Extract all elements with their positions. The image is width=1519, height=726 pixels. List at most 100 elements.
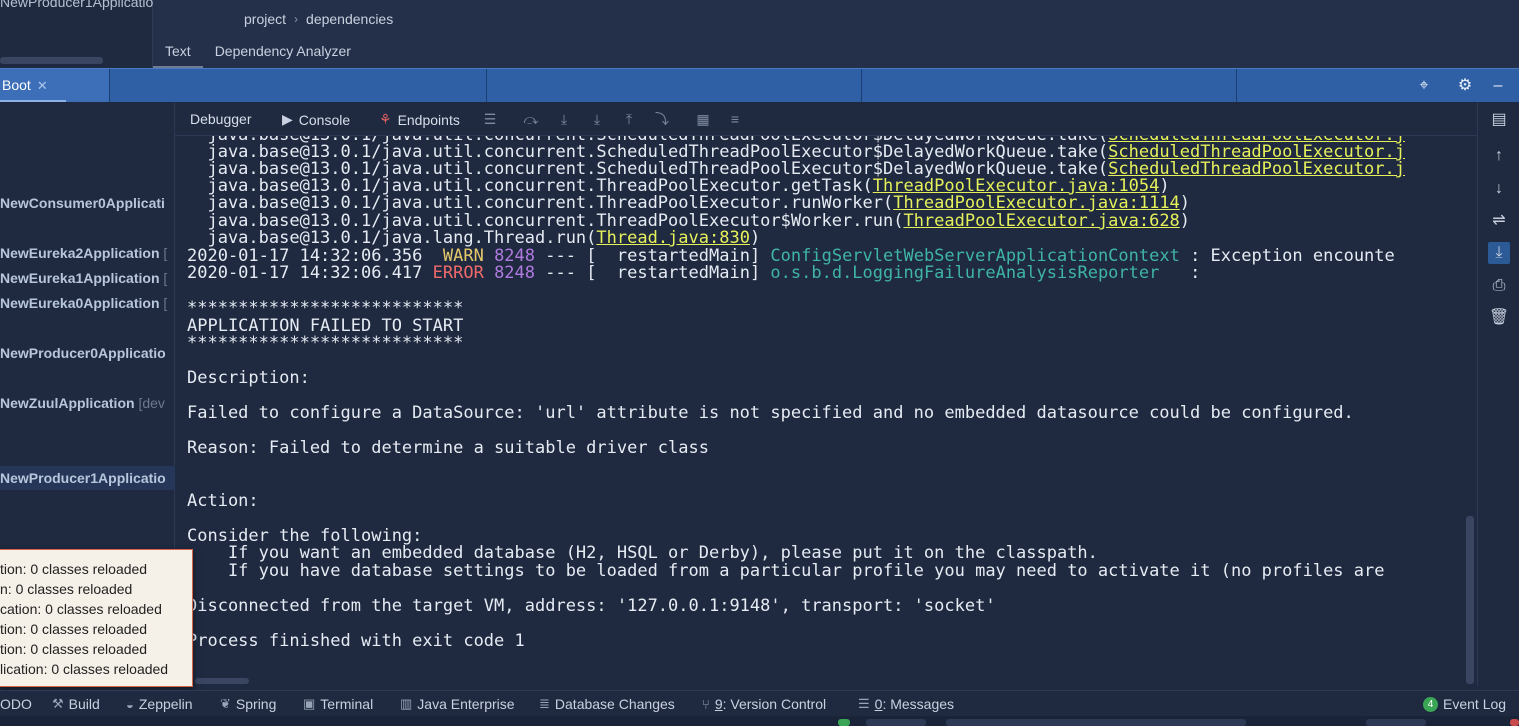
event-log-button[interactable]: 4 Event Log [1423, 696, 1506, 712]
service-item-newproducer0[interactable]: NewProducer0Applicatio [0, 345, 166, 361]
run-tab-label: Boot [2, 77, 31, 93]
step-out-icon[interactable]: ⤒ [620, 110, 638, 128]
version-control-button[interactable]: ⑂ 9: Version Control [702, 696, 826, 712]
console-vertical-scrollbar[interactable] [1466, 516, 1474, 684]
tab-dependency-analyzer[interactable]: Dependency Analyzer [203, 38, 363, 68]
header-divider [861, 69, 862, 103]
spring-button[interactable]: ❦ Spring [220, 696, 276, 712]
console-output[interactable]: java.base@13.0.1/java.util.concurrent.Sc… [175, 136, 1477, 686]
header-divider [1236, 69, 1237, 103]
console-link[interactable]: ThreadPoolExecutor.java:628 [903, 211, 1179, 231]
scroll-to-end-icon[interactable]: ⤓ [1488, 242, 1510, 264]
arrow-down-icon[interactable]: ↓ [1488, 178, 1510, 200]
build-button[interactable]: ⚒ Build [52, 696, 100, 712]
step-over-icon[interactable]: ⤼ [522, 110, 540, 128]
arrow-up-icon[interactable]: ↑ [1488, 145, 1510, 167]
menu-icon[interactable]: ☰ [481, 110, 499, 128]
run-to-cursor-icon[interactable]: ⤵ [653, 110, 671, 128]
trace-icon[interactable]: ≡ [726, 110, 744, 128]
reason-text: Reason: Failed to determine a suitable d… [187, 438, 709, 458]
debug-toolbar: Debugger ▶ Console ⚘ Endpoints ☰ ⤼ ⤓ ⤓ ⤒ ⤵… [175, 102, 1519, 136]
breadcrumb-dependencies[interactable]: dependencies [306, 11, 393, 27]
tab-endpoints[interactable]: ⚘ Endpoints [379, 111, 460, 128]
description-heading: Description: [187, 368, 310, 388]
exit-code-text: Process finished with exit code 1 [187, 631, 525, 651]
trash-icon[interactable]: 🗑 [1488, 307, 1510, 329]
java-enterprise-button[interactable]: ▥ Java Enterprise [400, 696, 515, 712]
console-link[interactable]: Thread.java:830 [596, 228, 750, 248]
stars-line: *************************** [187, 298, 464, 318]
breadcrumb-project[interactable]: project [244, 11, 286, 27]
notification-line: tion: 0 classes reloaded [0, 561, 148, 577]
branch-icon: ⑂ [702, 696, 710, 712]
service-item-newproducer1[interactable]: NewProducer1Applicatio [0, 470, 166, 486]
editor-tabs: Text Dependency Analyzer [153, 38, 363, 68]
reload-notification-popup[interactable]: tion: 0 classes reloaded n: 0 classes re… [0, 549, 193, 687]
project-label[interactable]: NewProducer1Applicatio [0, 0, 153, 10]
run-tab-boot[interactable]: Boot ✕ [0, 69, 110, 103]
endpoints-icon: ⚘ [379, 111, 392, 127]
tool-window-bar: ODO ⚒ Build ◒ Zeppelin ❦ Spring ▣ Terminal ▥… [0, 690, 1519, 716]
soft-wrap-icon[interactable]: ⇌ [1488, 210, 1510, 232]
run-window-header: Boot ✕ ⌖ ⚙ – [0, 68, 1519, 103]
stars-line: *************************** [187, 333, 464, 353]
status-text-cut [1366, 719, 1426, 726]
notification-line: cation: 0 classes reloaded [0, 601, 162, 617]
console-link[interactable]: ThreadPoolExecutor.java:1114 [893, 193, 1180, 213]
target-icon[interactable]: ⌖ [1415, 77, 1433, 95]
java-enterprise-icon: ▥ [400, 696, 413, 711]
tab-console[interactable]: ▶ Console [282, 111, 350, 128]
service-item-newzuul[interactable]: NewZuulApplication [dev [0, 395, 165, 411]
service-item-neweureka1[interactable]: NewEureka1Application [ [0, 270, 167, 286]
notification-line: n: 0 classes reloaded [0, 581, 133, 597]
option-line: If you have database settings to be load… [187, 561, 1385, 581]
hammer-icon: ⚒ [52, 696, 64, 711]
service-item-newconsumer0[interactable]: NewConsumer0Applicati [0, 195, 165, 211]
log-line-error: 2020-01-17 14:32:06.417 ERROR 8248 --- [… [187, 263, 1201, 283]
close-icon[interactable]: ✕ [37, 78, 48, 93]
tab-debugger[interactable]: Debugger [190, 111, 252, 127]
force-step-into-icon[interactable]: ⤓ [588, 110, 606, 128]
messages-button[interactable]: ☰ 0: Messages [858, 696, 954, 712]
tab-text[interactable]: Text [153, 38, 203, 68]
status-error-indicator [1510, 719, 1519, 726]
project-panel: NewProducer1Applicatio [0, 0, 153, 68]
header-divider [486, 69, 487, 103]
gear-icon[interactable]: ⚙ [1456, 77, 1474, 95]
chevron-right-icon: › [294, 12, 299, 26]
option-line: If you want an embedded database (H2, HS… [187, 543, 1098, 563]
database-changes-button[interactable]: ≣ Database Changes [539, 696, 675, 712]
terminal-button[interactable]: ▣ Terminal [303, 696, 373, 712]
zeppelin-icon: ◒ [126, 696, 134, 712]
notification-line: tion: 0 classes reloaded [0, 641, 148, 657]
zeppelin-button[interactable]: ◒ Zeppelin [126, 696, 193, 712]
terminal-icon: ▣ [303, 696, 316, 711]
editor-header: NewProducer1Applicatio project › depende… [0, 0, 1519, 68]
event-count-badge: 4 [1423, 696, 1438, 712]
console-side-toolbar: ▤ ↑ ↓ ⇌ ⤓ ⎙ 🗑 [1477, 102, 1519, 686]
notification-line: tion: 0 classes reloaded [0, 621, 148, 637]
evaluate-icon[interactable]: ▦ [694, 110, 712, 128]
disconnected-text: Disconnected from the target VM, address… [187, 596, 996, 616]
status-text-cut [946, 719, 1246, 726]
description-text: Failed to configure a DataSource: 'url' … [187, 403, 1354, 423]
status-bar [0, 716, 1519, 726]
console-horizontal-scrollbar[interactable] [195, 678, 249, 684]
spring-icon: ❦ [220, 696, 231, 711]
messages-icon: ☰ [858, 696, 870, 711]
console-icon: ▶ [282, 111, 293, 127]
minimize-icon[interactable]: – [1489, 77, 1507, 95]
status-text-cut [866, 719, 926, 726]
database-icon: ≣ [539, 696, 550, 711]
layout-icon[interactable]: ▤ [1488, 109, 1510, 131]
print-icon[interactable]: ⎙ [1488, 275, 1510, 297]
console-line: java.base@13.0.1/java.lang.Thread.run(Th… [187, 228, 761, 248]
breadcrumb: project › dependencies [244, 11, 393, 27]
todo-button[interactable]: ODO [0, 696, 32, 712]
service-item-neweureka2[interactable]: NewEureka2Application [ [0, 245, 167, 261]
action-heading: Action: [187, 491, 259, 511]
step-into-icon[interactable]: ⤓ [555, 110, 573, 128]
service-item-neweureka0[interactable]: NewEureka0Application [ [0, 295, 167, 311]
project-scrollbar[interactable] [0, 57, 103, 64]
status-indicator [838, 719, 850, 726]
